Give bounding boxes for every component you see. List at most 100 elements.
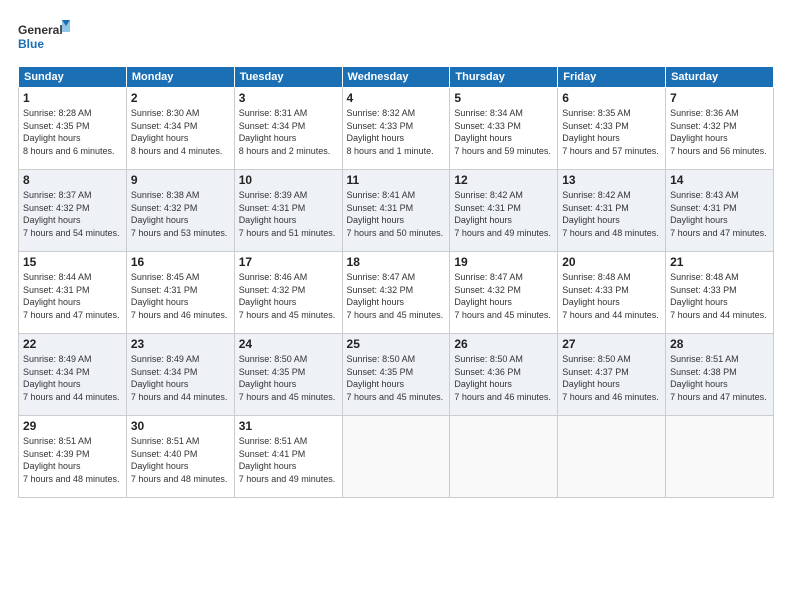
sunrise-time: 8:30 AM [166, 108, 199, 118]
day-number: 6 [562, 91, 661, 105]
daylight-value: 7 hours and 45 minutes. [239, 310, 336, 320]
sunset-time: 4:31 PM [487, 203, 521, 213]
daylight-value: 7 hours and 56 minutes. [670, 146, 767, 156]
day-number: 23 [131, 337, 230, 351]
week-row-2: 8 Sunrise: 8:37 AM Sunset: 4:32 PM Dayli… [19, 170, 774, 252]
sunrise-time: 8:50 AM [598, 354, 631, 364]
sunset-time: 4:32 PM [380, 285, 414, 295]
day-cell: 14 Sunrise: 8:43 AM Sunset: 4:31 PM Dayl… [666, 170, 774, 252]
sunrise-time: 8:50 AM [382, 354, 415, 364]
sunrise-time: 8:51 AM [166, 436, 199, 446]
sunset-label: Sunset: [239, 285, 272, 295]
sunset-label: Sunset: [562, 203, 595, 213]
header: General Blue [18, 18, 774, 56]
day-cell: 30 Sunrise: 8:51 AM Sunset: 4:40 PM Dayl… [126, 416, 234, 498]
day-cell: 20 Sunrise: 8:48 AM Sunset: 4:33 PM Dayl… [558, 252, 666, 334]
sunset-label: Sunset: [131, 449, 164, 459]
svg-text:Blue: Blue [18, 37, 44, 51]
sunset-label: Sunset: [131, 121, 164, 131]
daylight-label: Daylight hours [131, 133, 189, 143]
logo-svg: General Blue [18, 18, 73, 56]
day-number: 4 [347, 91, 446, 105]
sunrise-time: 8:50 AM [490, 354, 523, 364]
sunrise-label: Sunrise: [23, 272, 59, 282]
sunset-label: Sunset: [670, 367, 703, 377]
sunrise-time: 8:50 AM [274, 354, 307, 364]
daylight-value: 7 hours and 49 minutes. [454, 228, 551, 238]
sunset-label: Sunset: [23, 367, 56, 377]
day-number: 14 [670, 173, 769, 187]
page: General Blue SundayMondayTuesdayWednesda… [0, 0, 792, 612]
sunset-label: Sunset: [131, 203, 164, 213]
sunset-label: Sunset: [562, 367, 595, 377]
day-number: 3 [239, 91, 338, 105]
sunrise-time: 8:47 AM [490, 272, 523, 282]
sunset-time: 4:31 PM [380, 203, 414, 213]
daylight-value: 7 hours and 46 minutes. [131, 310, 228, 320]
daylight-label: Daylight hours [239, 379, 297, 389]
sunrise-label: Sunrise: [239, 108, 275, 118]
sunset-time: 4:32 PM [487, 285, 521, 295]
sunset-label: Sunset: [454, 285, 487, 295]
day-number: 24 [239, 337, 338, 351]
day-detail: Sunrise: 8:37 AM Sunset: 4:32 PM Dayligh… [23, 189, 122, 239]
day-detail: Sunrise: 8:48 AM Sunset: 4:33 PM Dayligh… [670, 271, 769, 321]
logo: General Blue [18, 18, 73, 56]
sunset-label: Sunset: [239, 449, 272, 459]
daylight-value: 7 hours and 49 minutes. [239, 474, 336, 484]
daylight-value: 7 hours and 46 minutes. [454, 392, 551, 402]
daylight-value: 8 hours and 4 minutes. [131, 146, 223, 156]
day-number: 7 [670, 91, 769, 105]
sunset-label: Sunset: [23, 203, 56, 213]
daylight-label: Daylight hours [347, 133, 405, 143]
day-cell: 3 Sunrise: 8:31 AM Sunset: 4:34 PM Dayli… [234, 88, 342, 170]
calendar-table: SundayMondayTuesdayWednesdayThursdayFrid… [18, 66, 774, 498]
daylight-value: 7 hours and 53 minutes. [131, 228, 228, 238]
sunset-label: Sunset: [562, 285, 595, 295]
daylight-label: Daylight hours [131, 379, 189, 389]
daylight-label: Daylight hours [562, 215, 620, 225]
daylight-value: 7 hours and 44 minutes. [131, 392, 228, 402]
sunset-label: Sunset: [454, 367, 487, 377]
daylight-value: 7 hours and 47 minutes. [23, 310, 120, 320]
day-detail: Sunrise: 8:49 AM Sunset: 4:34 PM Dayligh… [131, 353, 230, 403]
day-detail: Sunrise: 8:50 AM Sunset: 4:35 PM Dayligh… [239, 353, 338, 403]
sunset-time: 4:34 PM [272, 121, 306, 131]
sunrise-time: 8:31 AM [274, 108, 307, 118]
sunrise-label: Sunrise: [23, 436, 59, 446]
sunrise-label: Sunrise: [454, 108, 490, 118]
day-number: 8 [23, 173, 122, 187]
day-number: 27 [562, 337, 661, 351]
sunset-label: Sunset: [239, 121, 272, 131]
sunset-label: Sunset: [670, 203, 703, 213]
week-row-3: 15 Sunrise: 8:44 AM Sunset: 4:31 PM Dayl… [19, 252, 774, 334]
day-cell: 4 Sunrise: 8:32 AM Sunset: 4:33 PM Dayli… [342, 88, 450, 170]
sunset-time: 4:40 PM [164, 449, 198, 459]
day-cell: 8 Sunrise: 8:37 AM Sunset: 4:32 PM Dayli… [19, 170, 127, 252]
day-detail: Sunrise: 8:44 AM Sunset: 4:31 PM Dayligh… [23, 271, 122, 321]
week-row-5: 29 Sunrise: 8:51 AM Sunset: 4:39 PM Dayl… [19, 416, 774, 498]
day-detail: Sunrise: 8:50 AM Sunset: 4:37 PM Dayligh… [562, 353, 661, 403]
sunrise-label: Sunrise: [239, 436, 275, 446]
daylight-value: 7 hours and 57 minutes. [562, 146, 659, 156]
daylight-label: Daylight hours [347, 215, 405, 225]
sunset-label: Sunset: [23, 449, 56, 459]
daylight-value: 7 hours and 47 minutes. [670, 228, 767, 238]
day-number: 1 [23, 91, 122, 105]
day-detail: Sunrise: 8:47 AM Sunset: 4:32 PM Dayligh… [454, 271, 553, 321]
daylight-value: 7 hours and 54 minutes. [23, 228, 120, 238]
sunrise-time: 8:48 AM [598, 272, 631, 282]
day-cell: 28 Sunrise: 8:51 AM Sunset: 4:38 PM Dayl… [666, 334, 774, 416]
day-number: 11 [347, 173, 446, 187]
sunset-label: Sunset: [239, 367, 272, 377]
daylight-label: Daylight hours [23, 215, 81, 225]
sunset-label: Sunset: [454, 121, 487, 131]
sunset-time: 4:32 PM [703, 121, 737, 131]
daylight-label: Daylight hours [239, 297, 297, 307]
daylight-value: 7 hours and 45 minutes. [454, 310, 551, 320]
day-cell: 19 Sunrise: 8:47 AM Sunset: 4:32 PM Dayl… [450, 252, 558, 334]
sunrise-label: Sunrise: [347, 190, 383, 200]
sunrise-label: Sunrise: [562, 354, 598, 364]
day-number: 16 [131, 255, 230, 269]
day-detail: Sunrise: 8:36 AM Sunset: 4:32 PM Dayligh… [670, 107, 769, 157]
